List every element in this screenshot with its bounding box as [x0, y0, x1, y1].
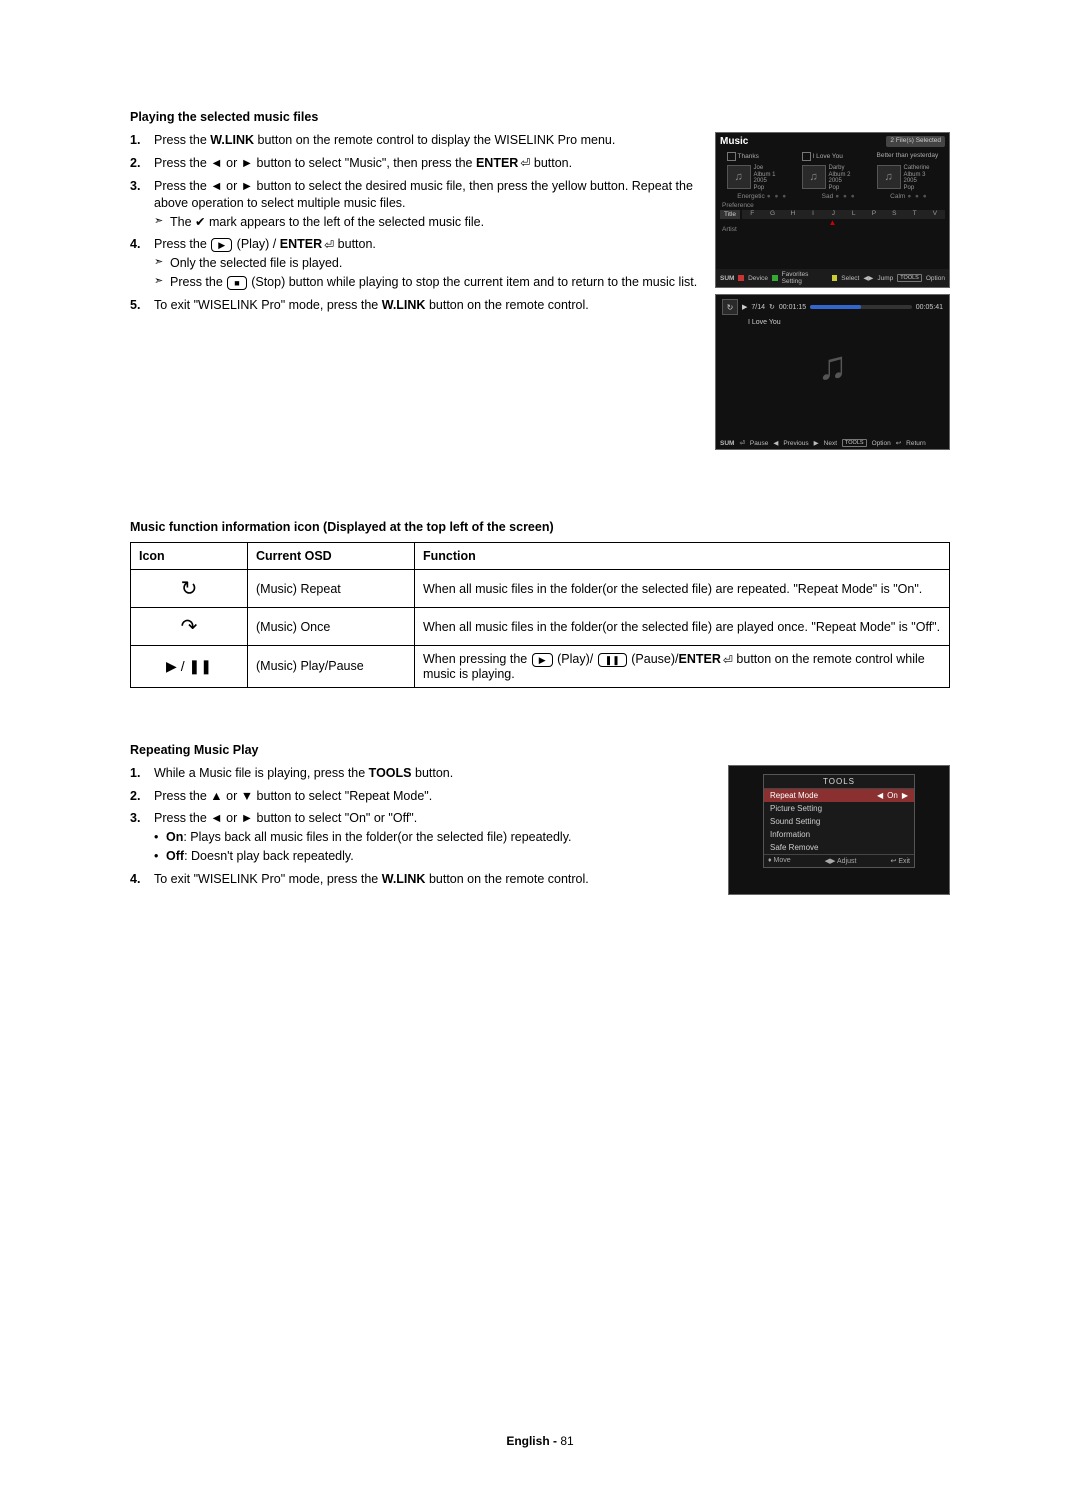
- song-title: I Love You: [716, 319, 949, 326]
- tools-row: Sound Setting: [764, 815, 914, 828]
- th-osd: Current OSD: [248, 543, 415, 570]
- repeat-icon: ↻: [722, 299, 738, 315]
- once-icon: ↷: [131, 608, 248, 646]
- chevron-left-icon: ◀: [877, 791, 883, 800]
- th-func: Function: [415, 543, 950, 570]
- red-button-icon: [738, 275, 744, 281]
- enter-icon: ⏎: [520, 155, 530, 171]
- section1-title: Playing the selected music files: [130, 110, 950, 124]
- tools-row: Safe Remove: [764, 841, 914, 854]
- step-num: 3.: [130, 178, 154, 231]
- tools-header: TOOLS: [764, 775, 914, 789]
- step-body: Press the ▲ or ▼ button to select "Repea…: [154, 788, 716, 805]
- pause-button-icon: ❚❚: [598, 653, 627, 667]
- step-num: 2.: [130, 155, 154, 172]
- step-body: To exit "WISELINK Pro" mode, press the W…: [154, 871, 716, 888]
- step-num: 1.: [130, 132, 154, 149]
- step-num: 5.: [130, 297, 154, 314]
- music-note-icon: ♫: [802, 165, 826, 189]
- selected-badge: 2 File(s) Selected: [886, 136, 945, 147]
- play-button-icon: ▶: [532, 653, 553, 667]
- osd-cell: (Music) Once: [248, 608, 415, 646]
- func-cell: When pressing the ▶ (Play)/ ❚❚ (Pause)/E…: [415, 646, 950, 688]
- screenshot-music-browser: Music 2 File(s) Selected Thanks I Love Y…: [715, 132, 950, 288]
- yellow-button-icon: [832, 275, 838, 281]
- step-body: Press the ◄ or ► button to select "On" o…: [154, 810, 716, 865]
- icon-function-table: Icon Current OSD Function ↻ (Music) Repe…: [130, 542, 950, 688]
- th-icon: Icon: [131, 543, 248, 570]
- osd-cell: (Music) Play/Pause: [248, 646, 415, 688]
- enter-icon: ⏎: [324, 237, 334, 253]
- screenshot-now-playing: ↻ ▶ 7/14 ↻ 00:01:15 00:05:41 I Love You …: [715, 294, 950, 450]
- section1-steps: 1. Press the W.LINK button on the remote…: [130, 132, 703, 314]
- step-body: Press the ▶ (Play) / ENTER⏎ button. Only…: [154, 236, 703, 291]
- substep: The ✔ mark appears to the left of the se…: [154, 214, 703, 231]
- page-footer: English - 81: [0, 1434, 1080, 1448]
- step-num: 3.: [130, 810, 154, 865]
- substep: Press the ■ (Stop) button while playing …: [154, 274, 703, 291]
- section3-steps: 1. While a Music file is playing, press …: [130, 765, 716, 888]
- tools-row: Picture Setting: [764, 802, 914, 815]
- repeat-icon: ↻: [131, 570, 248, 608]
- step-body: To exit "WISELINK Pro" mode, press the W…: [154, 297, 703, 314]
- func-cell: When all music files in the folder(or th…: [415, 570, 950, 608]
- chevron-right-icon: ▶: [902, 791, 908, 800]
- music-note-icon: ♫: [727, 165, 751, 189]
- bullet: Off: Doesn't play back repeatedly.: [154, 848, 716, 865]
- enter-icon: ⏎: [723, 653, 733, 667]
- step-body: Press the W.LINK button on the remote co…: [154, 132, 703, 149]
- green-button-icon: [772, 275, 778, 281]
- bullet: On: Plays back all music files in the fo…: [154, 829, 716, 846]
- substep: Only the selected file is played.: [154, 255, 703, 272]
- shot-title: Music: [720, 136, 748, 147]
- play-button-icon: ▶: [211, 238, 232, 252]
- func-cell: When all music files in the folder(or th…: [415, 608, 950, 646]
- step-body: Press the ◄ or ► button to select the de…: [154, 178, 703, 231]
- step-num: 4.: [130, 236, 154, 291]
- music-note-icon: ♫: [877, 165, 901, 189]
- tools-row: Information: [764, 828, 914, 841]
- leftright-icon: ◀▶: [825, 858, 836, 865]
- album-art-placeholder-icon: ♫: [716, 326, 949, 406]
- info-icon-title: Music function information icon (Display…: [130, 520, 950, 534]
- updown-icon: ♦: [768, 857, 772, 864]
- step-num: 1.: [130, 765, 154, 782]
- step-body: Press the ◄ or ► button to select "Music…: [154, 155, 703, 172]
- step-body: While a Music file is playing, press the…: [154, 765, 716, 782]
- section3-title: Repeating Music Play: [130, 743, 950, 757]
- tools-row-selected: Repeat Mode ◀On▶: [764, 789, 914, 802]
- step-num: 4.: [130, 871, 154, 888]
- step-num: 2.: [130, 788, 154, 805]
- screenshot-tools-menu: TOOLS Repeat Mode ◀On▶ Picture Setting S…: [728, 765, 950, 895]
- play-pause-icon: ▶ / ❚❚: [131, 646, 248, 688]
- stop-button-icon: ■: [227, 276, 246, 290]
- osd-cell: (Music) Repeat: [248, 570, 415, 608]
- return-icon: ↩: [891, 858, 897, 865]
